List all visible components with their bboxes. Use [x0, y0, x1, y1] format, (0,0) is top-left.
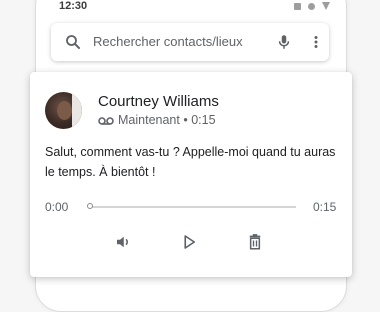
- mic-icon[interactable]: [275, 33, 293, 51]
- voicemail-meta: Maintenant • 0:15: [118, 113, 216, 127]
- progress-knob[interactable]: [87, 203, 93, 209]
- search-icon[interactable]: [64, 33, 82, 51]
- voicemail-duration: 0:15: [191, 113, 216, 127]
- wifi-icon: [322, 2, 330, 10]
- speaker-icon[interactable]: [114, 233, 132, 251]
- transcription-text: Salut, comment vas-tu ? Appelle-moi quan…: [45, 145, 336, 179]
- avatar-background: [72, 92, 82, 129]
- voicemail-timestamp: Maintenant: [118, 113, 180, 127]
- voicemail-icon: [98, 117, 114, 125]
- notification-icon: [294, 2, 301, 10]
- avatar-face: [57, 101, 72, 120]
- total-time: 0:15: [313, 200, 337, 214]
- status-time: 12:30: [59, 0, 88, 12]
- current-time: 0:00: [45, 200, 69, 214]
- more-vert-icon[interactable]: [309, 33, 323, 51]
- trash-icon[interactable]: [246, 233, 264, 251]
- signal-icon: [308, 2, 315, 10]
- search-input[interactable]: Rechercher contacts/lieux: [93, 34, 243, 49]
- status-icons: [294, 2, 330, 10]
- progress-track[interactable]: [90, 206, 296, 208]
- contact-name: Courtney Williams: [98, 93, 219, 110]
- play-icon[interactable]: [180, 233, 198, 251]
- search-bar[interactable]: Rechercher contacts/lieux: [51, 23, 329, 61]
- voicemail-card[interactable]: Courtney Williams Maintenant • 0:15 Salu…: [30, 72, 352, 277]
- meta-separator: •: [183, 113, 188, 127]
- avatar: [45, 92, 82, 129]
